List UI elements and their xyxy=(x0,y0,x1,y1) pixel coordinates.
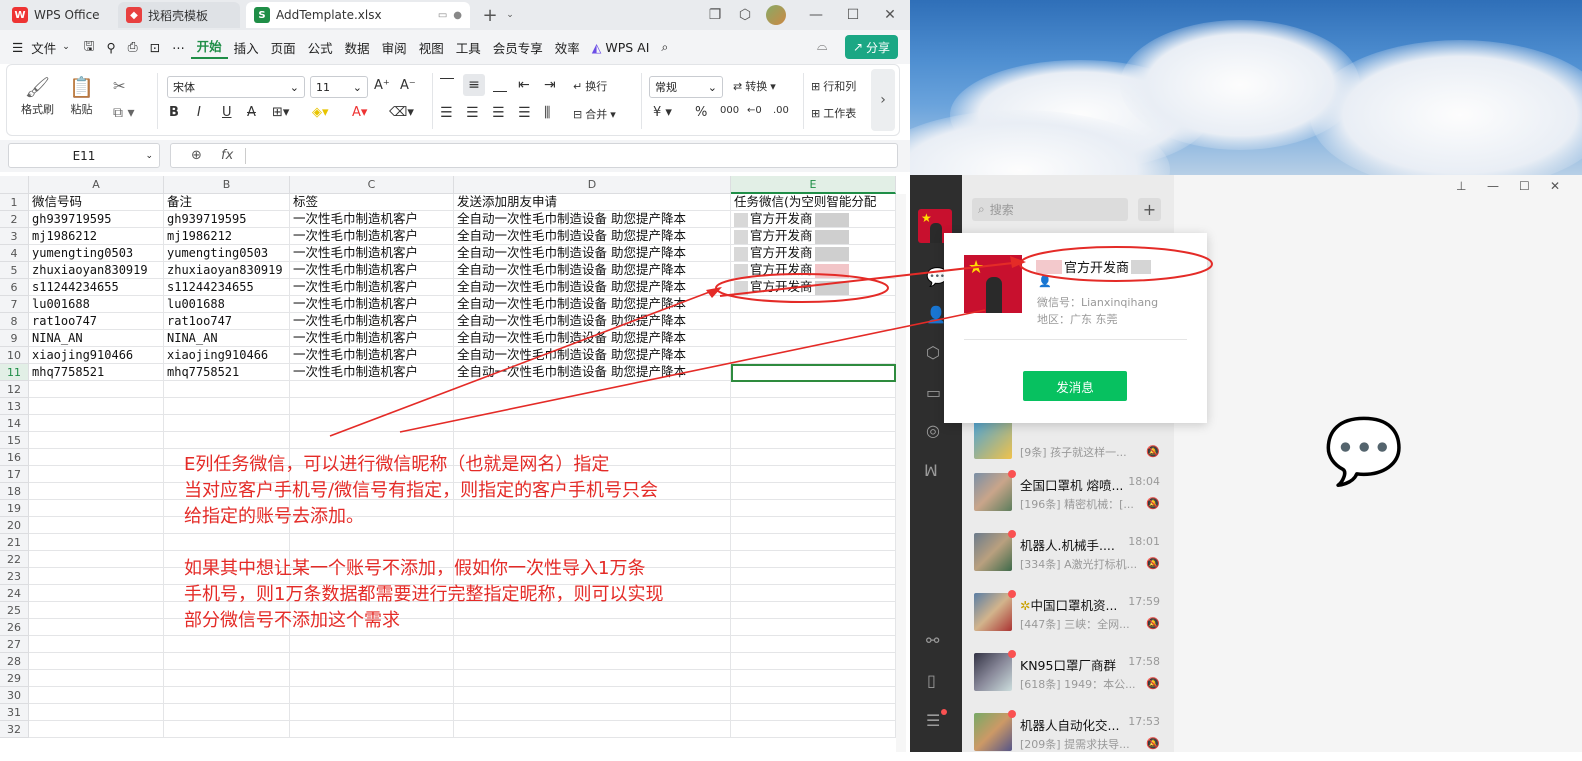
annotation-overlay xyxy=(329,246,1213,437)
arrow-line xyxy=(399,309,986,433)
highlight-ellipse-e6 xyxy=(715,273,889,303)
arrowhead xyxy=(1010,256,1026,268)
arrow-line xyxy=(719,261,1023,297)
arrow-line xyxy=(329,287,721,437)
highlight-ellipse-name xyxy=(1019,246,1213,282)
